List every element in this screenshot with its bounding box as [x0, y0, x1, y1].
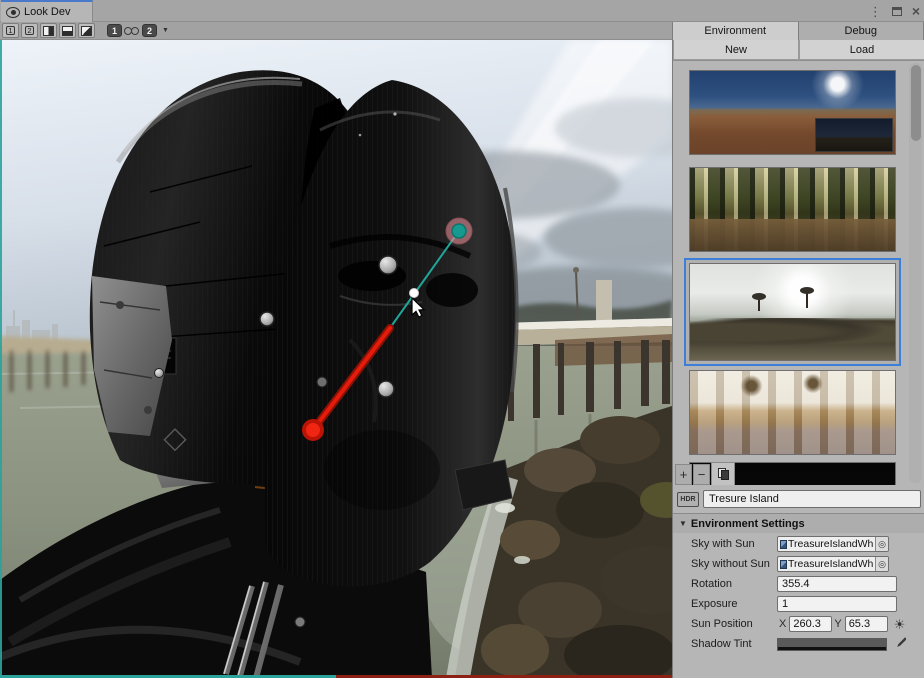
hdri-thumbnail-sunny-outback[interactable]	[689, 70, 896, 155]
single-view-1-button[interactable]: 1	[2, 23, 19, 38]
eyedropper-icon[interactable]	[895, 636, 907, 653]
sky-with-sun-object-field[interactable]: TreasureIslandWh ◎	[777, 536, 889, 552]
thumbnail-scrollbar-thumb[interactable]	[911, 65, 921, 141]
tab-look-dev[interactable]: Look Dev	[1, 0, 93, 22]
title-bar: Look Dev ⋮ ×	[0, 0, 924, 22]
shadow-tint-swatch[interactable]	[777, 638, 887, 651]
tab-environment[interactable]: Environment	[673, 22, 799, 40]
camera-2-button[interactable]: 2	[142, 24, 157, 37]
window-menu-icon[interactable]: ⋮	[869, 5, 882, 18]
maximize-icon[interactable]	[892, 7, 902, 16]
close-icon[interactable]: ×	[912, 4, 920, 18]
single-view-2-button[interactable]: 2	[21, 23, 38, 38]
copy-icon	[718, 468, 729, 480]
foldout-arrow-icon: ▼	[679, 519, 687, 528]
add-environment-button[interactable]: +	[675, 464, 692, 485]
cubemap-icon	[780, 560, 787, 569]
panel-tab-strip: Environment Debug	[672, 22, 924, 40]
rotation-label: Rotation	[673, 578, 777, 590]
viewport-scene	[0, 40, 672, 678]
gizmo-sun-handle	[452, 224, 466, 238]
diagonal-split-icon	[81, 26, 92, 36]
shadow-tint-label: Shadow Tint	[673, 638, 777, 650]
hdri-thumbnail-list	[673, 61, 924, 485]
window-tab-title: Look Dev	[24, 6, 70, 18]
vertical-split-icon	[43, 26, 54, 36]
hdri-inset-without-sun	[815, 118, 893, 152]
link-cameras-icon[interactable]	[124, 26, 140, 36]
object-picker-icon[interactable]: ◎	[875, 556, 888, 572]
cubemap-icon	[780, 540, 787, 549]
split-view-button[interactable]	[59, 23, 76, 38]
hdri-thumbnail-church-interior[interactable]	[689, 370, 896, 455]
lookdev-eye-icon	[6, 7, 20, 18]
hdri-thumbnail-treasure-island-selected[interactable]	[684, 258, 901, 366]
environment-settings-header[interactable]: ▼ Environment Settings	[673, 514, 924, 533]
duplicate-environment-button[interactable]	[711, 462, 735, 485]
lookdev-toolbar: 1 2 1 2 ▼	[0, 22, 672, 40]
gizmo-white-handle	[410, 289, 419, 298]
lookdev-viewport[interactable]	[0, 40, 672, 678]
sun-pick-icon[interactable]: ☀	[894, 618, 906, 631]
environment-name-input[interactable]: Tresure Island	[703, 490, 921, 508]
sun-position-x-label: X	[779, 618, 786, 630]
exposure-label: Exposure	[673, 598, 777, 610]
sun-position-y-input[interactable]: 65.3	[845, 616, 888, 632]
rotation-input[interactable]: 355.4	[777, 576, 897, 592]
environment-panel: New Load	[672, 40, 924, 678]
camera-dropdown-arrow-icon[interactable]: ▼	[159, 27, 172, 34]
zone-view-button[interactable]	[78, 23, 95, 38]
sky-without-sun-object-field[interactable]: TreasureIslandWh ◎	[777, 556, 889, 572]
new-button[interactable]: New	[673, 40, 799, 60]
lookdev-window: Look Dev ⋮ × 1 2 1 2 ▼ Environment Debug	[0, 0, 924, 678]
remove-environment-button[interactable]: −	[693, 464, 710, 485]
hdri-thumbnail-forest[interactable]	[689, 167, 896, 252]
exposure-input[interactable]: 1	[777, 596, 897, 612]
sun-position-y-label: Y	[834, 618, 841, 630]
horizontal-split-icon	[62, 26, 73, 36]
tab-debug[interactable]: Debug	[799, 22, 924, 40]
object-picker-icon[interactable]: ◎	[875, 536, 888, 552]
sky-with-sun-label: Sky with Sun	[673, 538, 777, 550]
sky-without-sun-label: Sky without Sun	[673, 558, 777, 570]
thumbnail-scrollbar[interactable]	[909, 63, 922, 483]
hdr-badge: HDR	[677, 492, 699, 507]
load-button[interactable]: Load	[799, 40, 924, 60]
side-by-side-view-button[interactable]	[40, 23, 57, 38]
camera-1-button[interactable]: 1	[107, 24, 122, 37]
sun-position-label: Sun Position	[673, 618, 777, 630]
sun-position-x-input[interactable]: 260.3	[789, 616, 832, 632]
